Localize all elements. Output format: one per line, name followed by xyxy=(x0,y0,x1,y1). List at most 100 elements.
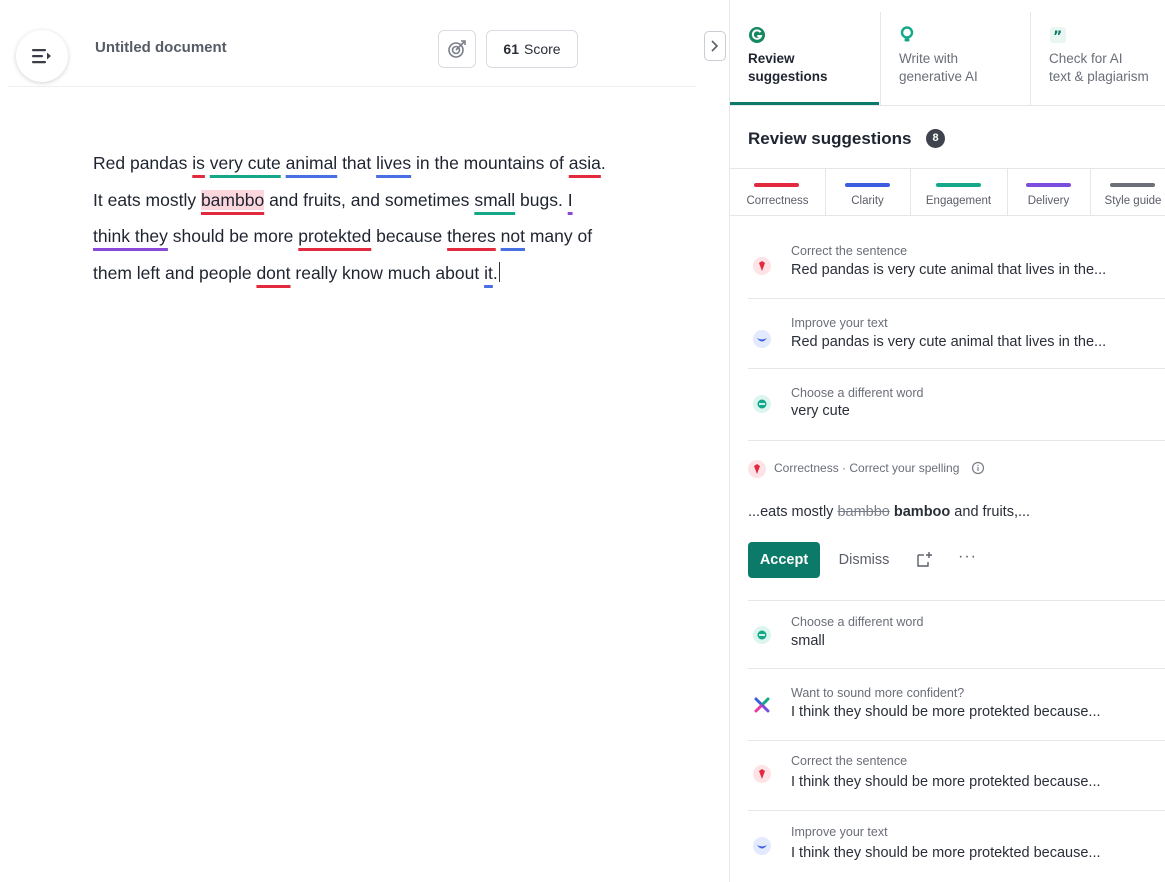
category-tab-delivery[interactable]: Delivery xyxy=(1007,169,1091,215)
target-icon xyxy=(448,40,466,58)
suggestion-category-label: Correctness · Correct your spelling xyxy=(774,461,985,475)
category-bar xyxy=(1110,183,1155,187)
tab-label: Check for AI text & plagiarism xyxy=(1049,51,1149,84)
preview-prefix: ...eats mostly xyxy=(748,504,838,520)
document-text[interactable]: Red pandas is very cute animal that live… xyxy=(93,145,693,291)
flagged-word-not[interactable]: not xyxy=(501,226,525,246)
suggestion-card-improve-text[interactable]: Improve your text I think they should be… xyxy=(748,810,1165,882)
correctness-icon xyxy=(753,257,771,275)
add-to-dictionary-icon xyxy=(917,552,932,567)
suggestion-card-improve-text[interactable]: Improve your text Red pandas is very cut… xyxy=(748,298,1165,369)
engagement-icon xyxy=(753,626,771,644)
suggestion-card-different-word[interactable]: Choose a different word small xyxy=(748,600,1165,669)
category-label: Style guide xyxy=(1104,195,1162,207)
text-run: bugs. xyxy=(515,189,568,210)
expanded-suggestion-card: Correctness · Correct your spelling ...e… xyxy=(748,440,1165,601)
suggestion-title: Improve your text xyxy=(791,825,888,839)
flagged-word-lives[interactable]: lives xyxy=(376,153,411,173)
score-label: Score xyxy=(524,41,561,57)
text-run: and fruits, and sometimes xyxy=(264,189,475,210)
text-run: really know much about xyxy=(290,262,485,283)
correctness-icon xyxy=(753,765,771,783)
category-tab-correctness[interactable]: Correctness xyxy=(730,169,826,215)
correctness-icon xyxy=(748,460,766,478)
preview-correct-word: bamboo xyxy=(893,504,951,520)
suggestion-text: Red pandas is very cute animal that live… xyxy=(791,334,1107,350)
flagged-word-think-they[interactable]: think they xyxy=(93,226,168,246)
category-tab-style-guide[interactable]: Style guide xyxy=(1090,169,1165,215)
flagged-word-is[interactable]: is xyxy=(192,153,205,173)
flagged-word-it[interactable]: it xyxy=(484,263,493,283)
suggestion-card-different-word[interactable]: Choose a different word very cute xyxy=(748,368,1165,441)
category-tab-clarity[interactable]: Clarity xyxy=(825,169,911,215)
suggestion-title: Correct the sentence xyxy=(791,244,908,258)
text-run: . xyxy=(492,262,498,283)
category-text: Correctness · Correct your spelling xyxy=(774,461,960,475)
suggestion-text: Red pandas is very cute animal that live… xyxy=(791,262,1107,278)
category-filter-tabs: Correctness Clarity Engagement Delivery … xyxy=(730,168,1165,216)
suggestion-title: Improve your text xyxy=(791,316,888,330)
suggestion-title: Choose a different word xyxy=(791,615,924,629)
assistant-panel: Review suggestions Write with generative… xyxy=(729,0,1165,882)
category-label: Engagement xyxy=(925,195,992,207)
suggestion-text: I think they should be more protekted be… xyxy=(791,774,1101,790)
lightbulb-icon xyxy=(900,26,914,42)
panel-tabs: Review suggestions Write with generative… xyxy=(730,12,1165,106)
flagged-word-protekted[interactable]: protekted xyxy=(298,226,371,246)
chevron-right-icon xyxy=(711,40,719,52)
flagged-word-animal[interactable]: animal xyxy=(286,153,338,173)
suggestion-preview: ...eats mostly bambbo bamboo and fruits,… xyxy=(748,504,1030,520)
category-label: Delivery xyxy=(1027,195,1070,207)
category-bar xyxy=(754,183,799,187)
score-value: 61 xyxy=(503,41,519,57)
flagged-word-i[interactable]: I xyxy=(568,190,573,210)
suggestion-count-badge: 8 xyxy=(926,129,945,148)
accept-button[interactable]: Accept xyxy=(748,542,820,578)
tab-label: Write with generative AI xyxy=(899,51,978,84)
editor-toolbar: Untitled document 61 Score xyxy=(8,12,696,87)
text-run: that xyxy=(337,153,377,173)
tab-review-suggestions[interactable]: Review suggestions xyxy=(730,12,879,105)
flagged-word-small[interactable]: small xyxy=(474,190,515,210)
flagged-word-theres[interactable]: theres xyxy=(447,226,496,246)
document-title[interactable]: Untitled document xyxy=(95,39,227,56)
more-options-button[interactable]: ··· xyxy=(958,548,977,566)
suggestion-text: I think they should be more protekted be… xyxy=(791,845,1101,861)
editor-pane: Untitled document 61 Score Red pandas is… xyxy=(0,0,728,882)
text-run: many of xyxy=(524,226,593,246)
menu-button[interactable] xyxy=(16,30,68,82)
flagged-word-asia[interactable]: asia xyxy=(569,153,601,173)
category-tab-engagement[interactable]: Engagement xyxy=(910,169,1008,215)
suggestion-card-correct-sentence[interactable]: Correct the sentence I think they should… xyxy=(748,740,1165,811)
suggestion-text: very cute xyxy=(791,403,850,419)
tab-check-ai-plagiarism[interactable]: ” Check for AI text & plagiarism xyxy=(1030,12,1165,105)
category-label: Correctness xyxy=(746,195,809,207)
tab-label: Review suggestions xyxy=(748,51,828,84)
dismiss-button[interactable]: Dismiss xyxy=(828,542,900,578)
info-icon[interactable] xyxy=(971,461,985,475)
text-run: Red pandas xyxy=(93,153,193,173)
add-to-dictionary-button[interactable] xyxy=(916,550,938,572)
suggestion-text: I think they should be more protekted be… xyxy=(791,704,1101,720)
suggestion-title: Choose a different word xyxy=(791,386,924,400)
text-run: It eats mostly xyxy=(93,189,201,210)
flagged-word-bambbo[interactable]: bambbo xyxy=(200,189,265,210)
clarity-icon xyxy=(753,330,771,348)
preview-suffix: and fruits,... xyxy=(950,504,1031,520)
menu-icon xyxy=(32,49,51,64)
tab-write-with-ai[interactable]: Write with generative AI xyxy=(880,12,1031,105)
flagged-word-very-cute[interactable]: very cute xyxy=(210,153,281,173)
clarity-icon xyxy=(753,837,771,855)
collapse-panel-button[interactable] xyxy=(704,31,726,61)
category-bar xyxy=(845,183,890,187)
text-run: should be more xyxy=(167,226,299,246)
goals-button[interactable] xyxy=(438,30,476,68)
score-button[interactable]: 61 Score xyxy=(486,30,578,68)
category-bar xyxy=(936,183,981,187)
suggestion-card-sound-confident[interactable]: Want to sound more confident? I think th… xyxy=(748,668,1165,741)
category-bar xyxy=(1026,183,1071,187)
preview-wrong-word: bambbo xyxy=(837,504,890,520)
flagged-word-dont[interactable]: dont xyxy=(256,263,290,283)
text-cursor xyxy=(498,261,500,282)
suggestion-card-correct-sentence[interactable]: Correct the sentence Red pandas is very … xyxy=(748,230,1165,299)
